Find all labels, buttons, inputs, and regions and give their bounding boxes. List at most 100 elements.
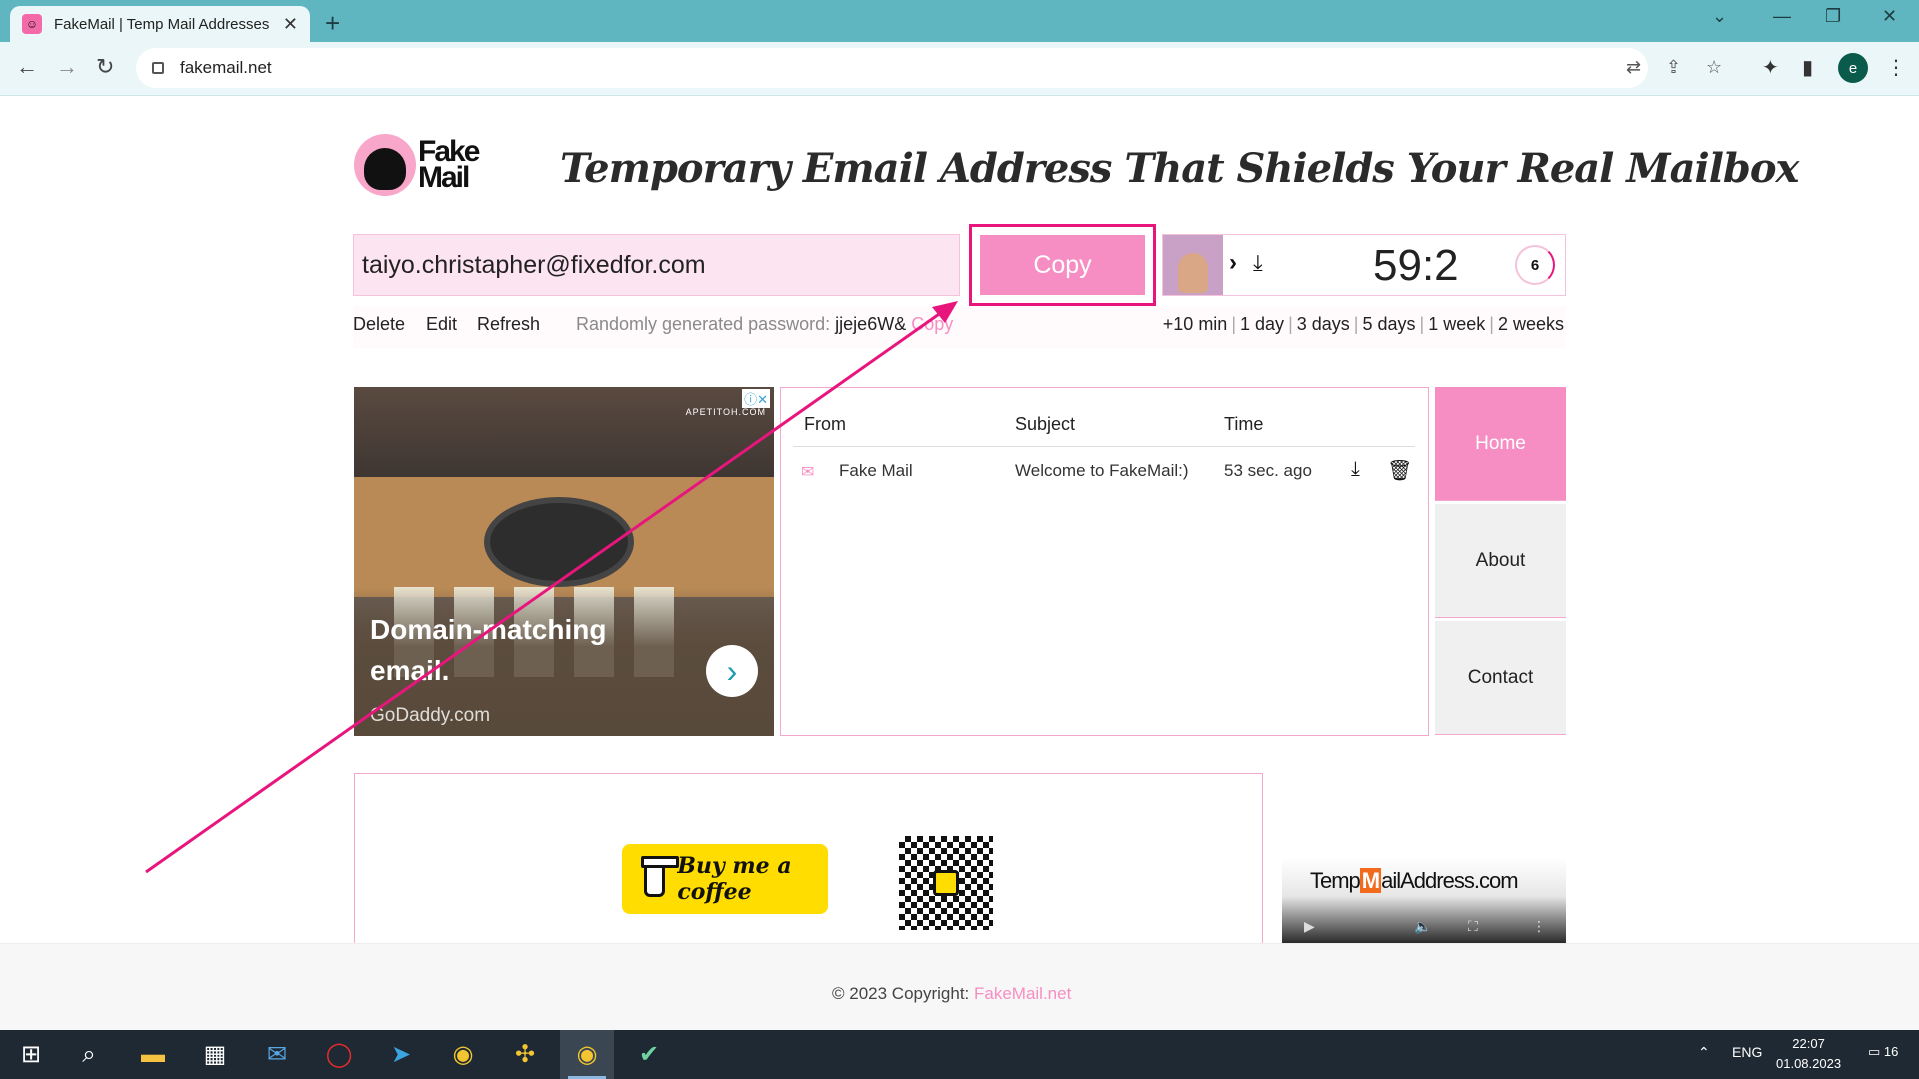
ad-choices-icon[interactable]: ⓘ✕	[742, 389, 770, 408]
extend-1-day[interactable]: 1 day	[1240, 314, 1284, 334]
inbox-panel: From Subject Time ✉ Fake Mail Welcome to…	[780, 387, 1429, 736]
file-explorer-icon[interactable]: ▬	[126, 1030, 180, 1079]
browser-menu-icon[interactable]: ⋮	[1886, 55, 1906, 80]
chevron-right-icon[interactable]: ›	[1229, 249, 1237, 277]
mail-time: 53 sec. ago	[1224, 461, 1312, 480]
new-tab-button[interactable]: +	[325, 8, 340, 39]
opera-icon[interactable]: ◯	[312, 1030, 366, 1079]
mail-app-icon[interactable]: ✉	[250, 1030, 304, 1079]
page-footer: © 2023 Copyright: FakeMail.net	[0, 943, 1919, 1030]
taskbar-clock[interactable]: 22:07 01.08.2023	[1776, 1034, 1841, 1074]
refresh-link[interactable]: Refresh	[477, 314, 540, 335]
address-url[interactable]: fakemail.net	[180, 58, 272, 78]
restore-window-button[interactable]: ❐	[1825, 6, 1841, 27]
side-panel-icon[interactable]: ▮	[1802, 55, 1813, 80]
refresh-countdown: 6	[1515, 245, 1555, 285]
search-icon[interactable]: ⌕	[62, 1030, 116, 1079]
forward-arrow-icon[interactable]: →	[56, 54, 78, 80]
store-icon[interactable]: ▦	[188, 1030, 242, 1079]
edit-link[interactable]: Edit	[426, 314, 457, 335]
mail-subject[interactable]: Welcome to FakeMail:)	[1015, 461, 1189, 481]
trash-icon[interactable]: 🗑	[1387, 458, 1412, 483]
copy-button-highlight: Copy	[969, 224, 1156, 306]
reload-icon[interactable]: ↻	[96, 54, 114, 80]
copy-email-button[interactable]: Copy	[980, 235, 1145, 295]
extensions-puzzle-icon[interactable]: ✦	[1762, 55, 1779, 80]
notifications-icon[interactable]: ▭ 16	[1868, 1044, 1898, 1060]
tab-close-icon[interactable]: ✕	[283, 14, 298, 35]
tab-title: FakeMail | Temp Mail Addresses	[54, 15, 270, 33]
play-icon[interactable]: ▶	[1304, 918, 1315, 935]
page-headline: Temporary Email Address That Shields You…	[560, 145, 1799, 192]
fullscreen-icon[interactable]: ⛶	[1468, 918, 1478, 935]
timer-panel: › ⤓ 59:2 6	[1162, 234, 1566, 296]
vpn-app-icon[interactable]: ✔	[622, 1030, 676, 1079]
mail-from[interactable]: Fake Mail	[839, 461, 913, 481]
logo-mark-icon	[354, 134, 416, 196]
expiry-timer: 59:2	[1373, 241, 1459, 290]
share-icon[interactable]: ⇪	[1666, 57, 1681, 78]
translate-icon[interactable]: ⇄	[1626, 57, 1641, 78]
app-icon[interactable]: ✣	[498, 1030, 552, 1079]
side-navigation: Home About Contact	[1435, 387, 1566, 738]
nav-home[interactable]: Home	[1435, 387, 1566, 501]
extend-1-week[interactable]: 1 week	[1428, 314, 1485, 334]
back-arrow-icon[interactable]: ←	[16, 54, 38, 80]
download-mail-icon[interactable]: ⤓	[1351, 458, 1360, 481]
nav-contact[interactable]: Contact	[1435, 621, 1566, 735]
ad-arrow-icon[interactable]: ›	[706, 645, 758, 697]
fakemail-favicon-icon: ☺	[22, 14, 42, 34]
browser-tab-strip: ☺ FakeMail | Temp Mail Addresses ✕ + ⌄ —…	[0, 0, 1919, 42]
chrome-active-icon[interactable]: ◉	[560, 1030, 614, 1079]
bookmark-star-icon[interactable]: ☆	[1706, 57, 1722, 78]
logo-text: Fake Mail	[418, 135, 480, 194]
telegram-icon[interactable]: ➤	[374, 1030, 428, 1079]
footer-link[interactable]: FakeMail.net	[974, 984, 1071, 1003]
video-widget[interactable]: TempMailAddress.com ▶ 🔈 ⛶ ⋮	[1282, 858, 1566, 943]
chrome-icon[interactable]: ◉	[436, 1030, 490, 1079]
mailbox-actions-row: Delete Edit Refresh Randomly generated p…	[353, 306, 1566, 348]
tempmailaddress-logo: TempMailAddress.com	[1310, 868, 1519, 893]
lock-icon	[152, 62, 164, 74]
extend-5-days[interactable]: 5 days	[1362, 314, 1415, 334]
extend-duration-options: +10 min | 1 day | 3 days | 5 days | 1 week | 2 wee…	[1162, 314, 1564, 334]
volume-icon[interactable]: 🔈	[1414, 918, 1431, 935]
close-window-button[interactable]: ✕	[1882, 6, 1897, 27]
password-info: Randomly generated password: jjeje6W& Co…	[576, 314, 954, 334]
language-indicator[interactable]: ENG	[1732, 1044, 1762, 1060]
extend-10-min[interactable]: +10 min	[1163, 314, 1228, 334]
advertisement[interactable]: ⓘ✕ APETITOH.COM Domain-matching email. G…	[354, 387, 774, 736]
column-header-from: From	[804, 414, 846, 434]
more-options-icon[interactable]: ⋮	[1532, 918, 1546, 935]
envelope-icon: ✉	[801, 464, 815, 481]
email-address-field[interactable]: taiyo.christapher@fixedfor.com	[353, 234, 960, 296]
password-value: jjeje6W&	[835, 314, 907, 334]
windows-taskbar: ⊞ ⌕ ▬ ▦ ✉ ◯ ➤ ◉ ✣ ◉ ✔ ⌃ ENG 22:07 01.08.…	[0, 1030, 1919, 1079]
ad-domain: GoDaddy.com	[370, 705, 491, 726]
ad-headline: Domain-matching email.	[370, 614, 607, 686]
browser-toolbar: ← → ↻ fakemail.net ⇄ ⇪ ☆ ✦ ▮ e ⋮	[0, 42, 1919, 96]
windows-start-icon[interactable]: ⊞	[4, 1030, 58, 1079]
tab-search-chevron-icon[interactable]: ⌄	[1712, 6, 1727, 27]
extend-2-weeks[interactable]: 2 weeks	[1498, 314, 1564, 334]
footer-copyright: © 2023 Copyright: FakeMail.net	[832, 984, 1072, 1003]
donation-box: Buy me a coffee	[354, 773, 1263, 943]
column-header-subject: Subject	[1015, 414, 1076, 434]
profile-avatar[interactable]: e	[1838, 53, 1868, 83]
copy-password-link[interactable]: Copy	[911, 314, 953, 334]
fakemail-logo[interactable]: Fake Mail	[354, 132, 490, 198]
coffee-cup-icon	[640, 856, 680, 897]
qr-code	[899, 836, 993, 930]
tray-chevron-icon[interactable]: ⌃	[1698, 1044, 1710, 1061]
column-header-time: Time	[1224, 414, 1264, 434]
address-bar[interactable]: fakemail.net ⇄ ⇪ ☆	[136, 48, 1722, 88]
extend-3-days[interactable]: 3 days	[1297, 314, 1350, 334]
minimize-window-button[interactable]: —	[1773, 6, 1791, 27]
delete-link[interactable]: Delete	[353, 314, 405, 335]
user-avatar[interactable]	[1163, 235, 1223, 295]
browser-tab[interactable]: ☺ FakeMail | Temp Mail Addresses ✕	[10, 6, 310, 42]
ad-source-text: APETITOH.COM	[685, 407, 766, 417]
download-icon[interactable]: ⤓	[1253, 250, 1263, 276]
buy-me-a-coffee-button[interactable]: Buy me a coffee	[622, 844, 828, 914]
nav-about[interactable]: About	[1435, 504, 1566, 618]
